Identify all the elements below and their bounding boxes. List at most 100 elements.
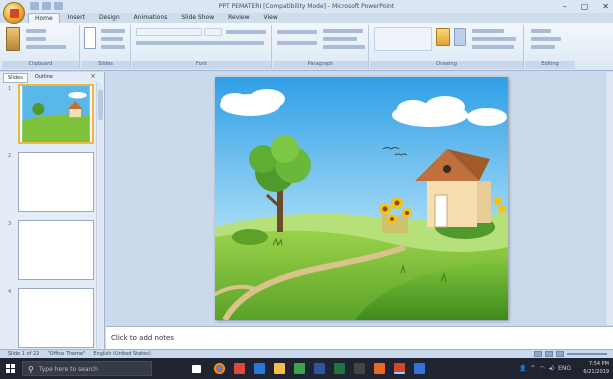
- editing-group: Editing: [525, 25, 575, 69]
- window-controls: – ▢ ✕: [563, 2, 609, 11]
- slides-group-label: Slides: [81, 61, 130, 69]
- slide-thumbnail-4[interactable]: [18, 288, 94, 348]
- current-slide[interactable]: [215, 77, 508, 320]
- shape-effects-button[interactable]: [472, 45, 514, 49]
- taskbar: ⚲ Type here to search 👤 ^ ◠ ◂) ENG 7:54 …: [0, 358, 613, 379]
- slide-number: 4: [8, 289, 12, 295]
- clipboard-group: Clipboard: [2, 25, 80, 69]
- slides-pane-scrollbar[interactable]: [96, 82, 103, 348]
- file-explorer-icon[interactable]: [274, 363, 285, 374]
- shape-fill-button[interactable]: [472, 29, 504, 33]
- notes-placeholder: Click to add notes: [111, 334, 174, 342]
- powerpoint-icon[interactable]: [394, 363, 405, 374]
- notes-pane[interactable]: Click to add notes: [106, 326, 613, 349]
- cut-button[interactable]: [26, 29, 46, 33]
- title-bar: PPT PEMATERI [Compatibility Mode] - Micr…: [0, 0, 613, 13]
- volume-icon[interactable]: ◂): [549, 365, 554, 372]
- task-view-icon[interactable]: [192, 365, 201, 373]
- bush: [232, 229, 268, 245]
- view-controls: [534, 351, 607, 357]
- clock[interactable]: 7:54 PM 6/21/2019: [583, 360, 609, 376]
- app-icon-green[interactable]: [294, 363, 305, 374]
- drawing-group: Drawing: [370, 25, 524, 69]
- chrome-icon[interactable]: [214, 363, 225, 374]
- find-button[interactable]: [531, 29, 551, 33]
- language-indicator[interactable]: ENG: [558, 365, 571, 372]
- slide-thumbnail-2[interactable]: [18, 152, 94, 212]
- select-button[interactable]: [531, 45, 555, 49]
- minimize-button[interactable]: –: [563, 2, 567, 11]
- app-icon-red[interactable]: [234, 363, 245, 374]
- font-format-row-2[interactable]: [136, 41, 264, 45]
- slide-thumbnail-3[interactable]: [18, 220, 94, 280]
- reset-button[interactable]: [101, 37, 123, 41]
- system-tray: 👤 ^ ◠ ◂) ENG: [519, 365, 571, 372]
- close-button[interactable]: ✕: [602, 2, 609, 11]
- slide-number: 2: [8, 153, 12, 159]
- slide-thumbnail-1-image: [22, 86, 90, 142]
- pane-close-button[interactable]: ×: [90, 72, 96, 80]
- office-logo-icon: [9, 8, 19, 18]
- tab-slides[interactable]: Slides: [3, 73, 28, 83]
- delete-button[interactable]: [101, 45, 125, 49]
- new-slide-button[interactable]: [84, 27, 96, 49]
- font-group-label: Font: [132, 61, 271, 69]
- slides-group: Slides: [81, 25, 131, 69]
- slide-editor: [106, 72, 613, 325]
- paste-button[interactable]: [6, 27, 20, 51]
- start-button[interactable]: [6, 364, 15, 373]
- app-icon-light[interactable]: [414, 363, 425, 374]
- status-bar: Slide 1 of 22 "Office Theme" English (Un…: [0, 349, 613, 358]
- format-painter-button[interactable]: [26, 45, 66, 49]
- chevron-up-icon[interactable]: ^: [530, 365, 535, 372]
- convert-smartart-button[interactable]: [323, 45, 365, 49]
- paragraph-row-1[interactable]: [277, 30, 317, 34]
- person-icon[interactable]: 👤: [519, 365, 526, 372]
- clock-time: 7:54 PM: [588, 361, 609, 367]
- language[interactable]: English (United States): [93, 351, 150, 357]
- paragraph-group: Paragraph: [273, 25, 369, 69]
- slideshow-button[interactable]: [556, 351, 564, 357]
- font-group: Font: [132, 25, 272, 69]
- clock-date: 6/21/2019: [583, 369, 609, 375]
- office-button[interactable]: [3, 2, 25, 24]
- quick-styles-button[interactable]: [454, 28, 466, 46]
- normal-view-button[interactable]: [534, 351, 542, 357]
- font-family-select[interactable]: [136, 28, 202, 36]
- theme-name: "Office Theme": [47, 351, 86, 357]
- scrollbar-thumb[interactable]: [98, 90, 103, 120]
- clipboard-group-label: Clipboard: [2, 61, 79, 69]
- app-icon-orange[interactable]: [374, 363, 385, 374]
- slide-thumbnail-1[interactable]: [18, 84, 94, 144]
- word-icon[interactable]: [314, 363, 325, 374]
- slide-sorter-button[interactable]: [545, 351, 553, 357]
- copy-button[interactable]: [26, 37, 46, 41]
- align-text-button[interactable]: [323, 37, 357, 41]
- network-icon[interactable]: ◠: [539, 365, 544, 372]
- layout-button[interactable]: [101, 29, 125, 33]
- shape-outline-button[interactable]: [472, 37, 516, 41]
- text-direction-button[interactable]: [323, 29, 363, 33]
- search-placeholder: Type here to search: [39, 366, 98, 373]
- app-icon-blue[interactable]: [254, 363, 265, 374]
- paragraph-row-2[interactable]: [277, 41, 317, 45]
- window-title: PPT PEMATERI [Compatibility Mode] - Micr…: [218, 3, 395, 10]
- shapes-gallery[interactable]: [374, 27, 432, 51]
- slide-count: Slide 1 of 22: [8, 351, 40, 357]
- zoom-slider[interactable]: [567, 353, 607, 355]
- font-format-row-1[interactable]: [226, 30, 266, 34]
- app-icon-dark[interactable]: [354, 363, 365, 374]
- ribbon: Clipboard Slides Font Paragraph Drawing: [0, 23, 613, 71]
- arrange-button[interactable]: [436, 28, 450, 46]
- editing-group-label: Editing: [525, 61, 575, 69]
- tab-outline[interactable]: Outline: [31, 73, 57, 83]
- slides-pane: Slides Outline × 1 2 3 4: [0, 72, 105, 349]
- taskbar-search[interactable]: ⚲ Type here to search: [22, 361, 152, 376]
- excel-icon[interactable]: [334, 363, 345, 374]
- replace-button[interactable]: [531, 37, 561, 41]
- slide-editor-scrollbar[interactable]: [605, 72, 613, 325]
- font-size-select[interactable]: [204, 28, 222, 36]
- pane-tabs: Slides Outline: [3, 73, 57, 83]
- slide-number: 3: [8, 221, 12, 227]
- maximize-button[interactable]: ▢: [581, 2, 589, 11]
